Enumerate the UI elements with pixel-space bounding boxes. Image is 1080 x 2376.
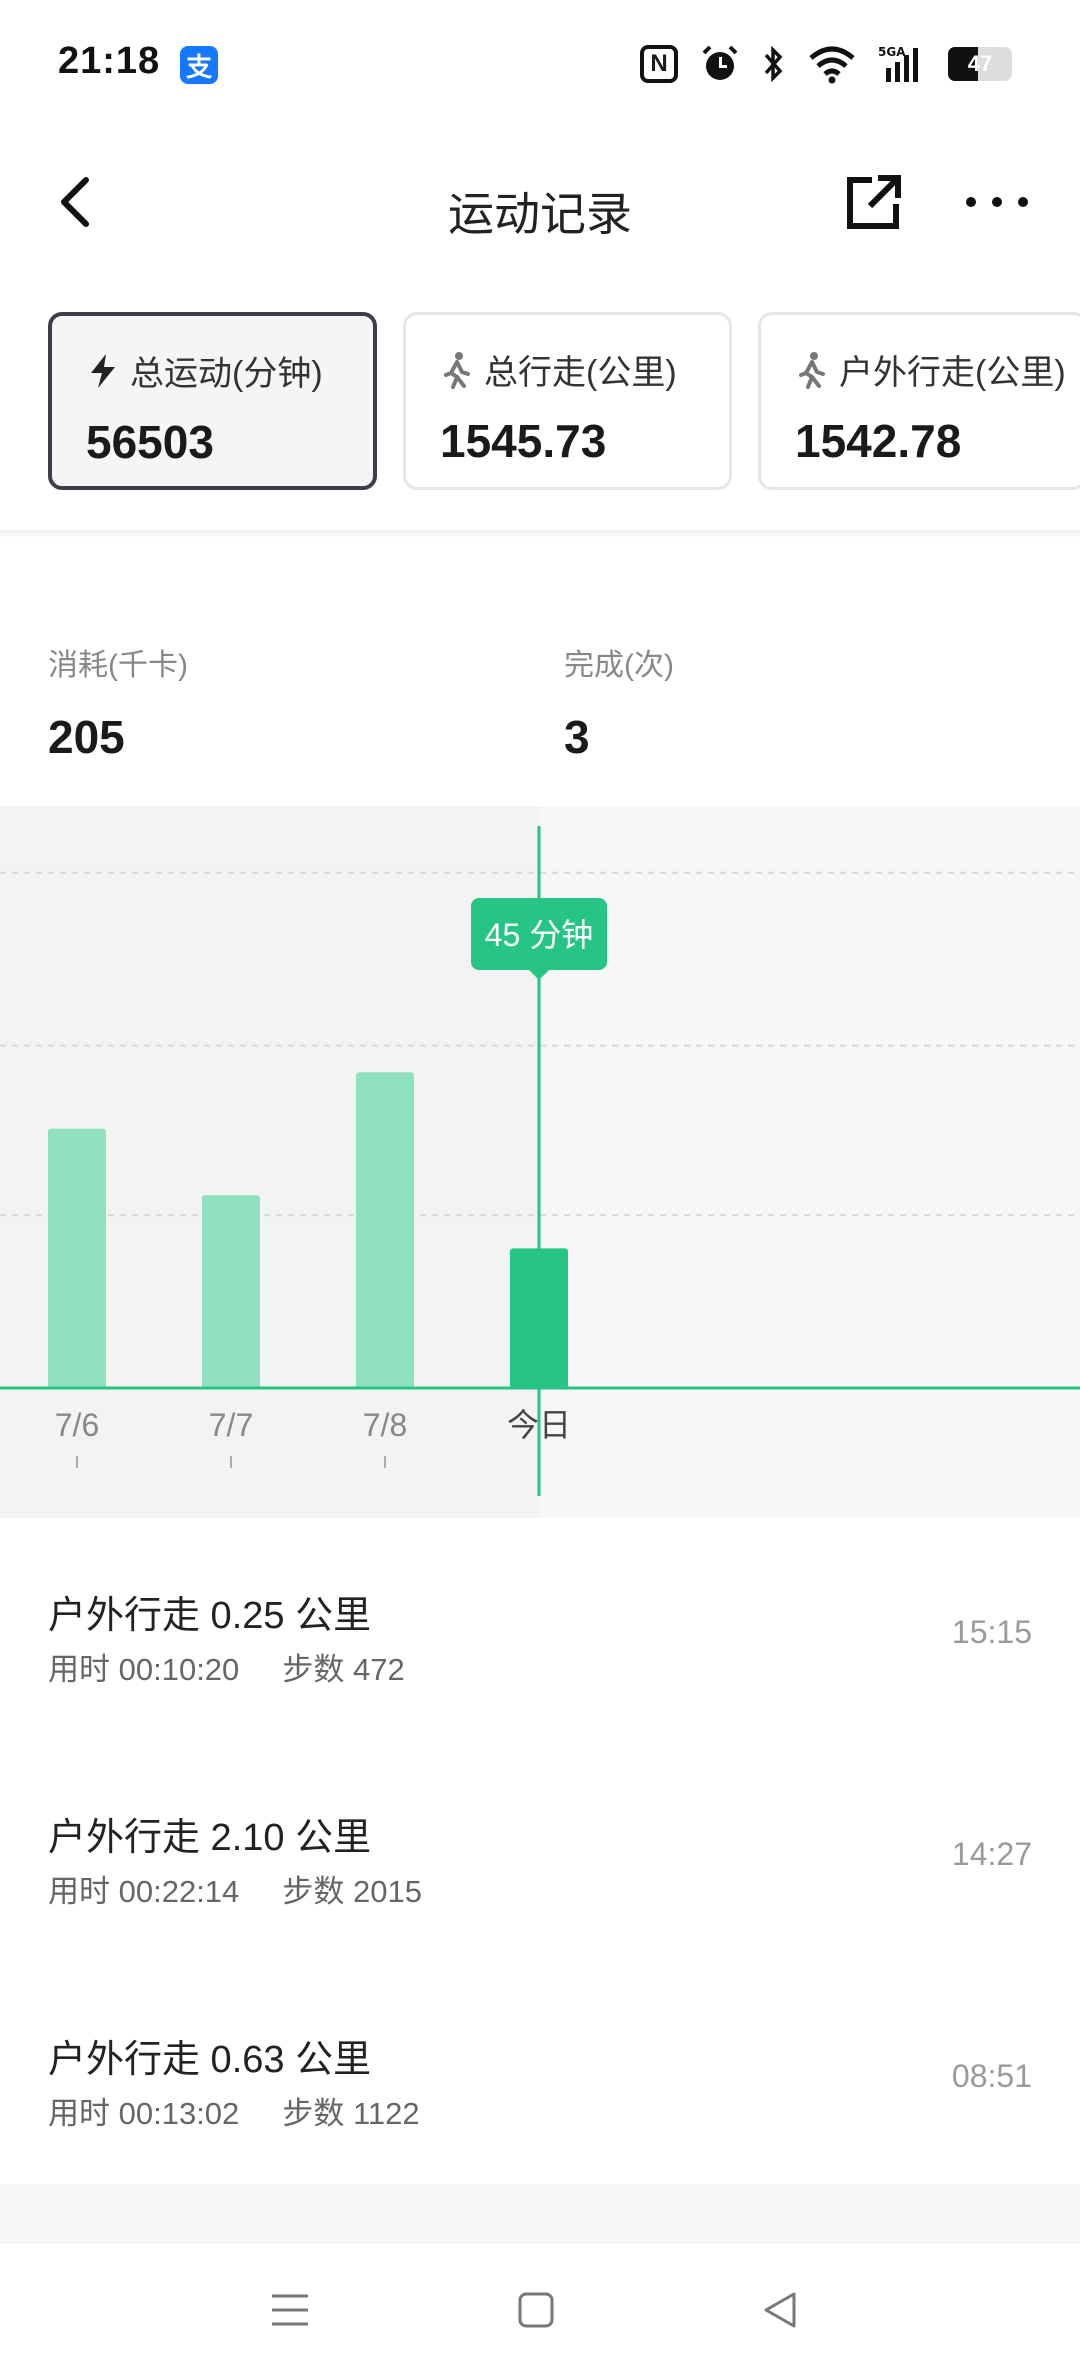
activity-duration: 用时 00:22:14 [48, 1874, 240, 1909]
activity-title: 户外行走 0.63 公里 [48, 2039, 372, 2081]
activity-time: 14:27 [951, 1836, 1032, 1872]
wifi-icon [808, 44, 856, 84]
chart-x-label: 7/8 [363, 1407, 407, 1443]
menu-icon [272, 2294, 308, 2326]
system-nav-bar [0, 2244, 1080, 2376]
walk-icon [799, 351, 825, 389]
exercise-chart[interactable]: 7/6 7/7 7/8 今日 45 分钟 [0, 806, 1080, 1518]
activity-duration: 用时 00:10:20 [48, 1652, 240, 1687]
activity-time: 15:15 [951, 1614, 1032, 1650]
activity-title: 户外行走 2.10 公里 [48, 1817, 372, 1859]
activity-item[interactable]: 户外行走 2.10 公里 用时 00:22:14 步数 2015 14:27 [0, 1740, 1080, 1962]
chart-tooltip-label: 45 分钟 [485, 917, 594, 953]
list-footer [0, 2184, 1080, 2244]
nav-back-button[interactable] [750, 2280, 810, 2340]
alarm-icon [700, 44, 740, 84]
metric-value: 3 [564, 711, 590, 763]
status-time: 21:18 [58, 40, 161, 82]
card-value: 56503 [86, 416, 214, 468]
card-outdoor-walk[interactable]: 户外行走(公里) 1542.78 [758, 312, 1080, 490]
card-label: 总行走(公里) [484, 354, 677, 392]
activity-steps: 步数 2015 [282, 1874, 422, 1909]
chart-x-label: 7/6 [55, 1407, 99, 1443]
screen: 21:18 支 N 5GA 47 运动记录 45 总运动(分钟) 56503 总… [0, 0, 1080, 2376]
more-button[interactable] [962, 170, 1032, 234]
activity-detail: 用时 00:22:14 步数 2015 [48, 1866, 422, 1911]
chart-x-label: 7/7 [209, 1407, 253, 1443]
chart-bar [356, 1072, 414, 1388]
share-icon [847, 175, 901, 229]
metric-completed: 完成(次) 3 [564, 640, 674, 764]
activity-title: 户外行走 0.25 公里 [48, 1595, 372, 1637]
activity-steps: 步数 472 [282, 1652, 405, 1687]
bluetooth-icon [762, 44, 786, 84]
walk-icon [444, 351, 470, 389]
activity-duration: 用时 00:13:02 [48, 2096, 240, 2131]
activity-detail: 用时 00:10:20 步数 472 [48, 1644, 405, 1689]
status-bar: 21:18 支 N 5GA 47 [0, 0, 1080, 120]
metric-calories: 消耗(千卡) 205 [48, 640, 188, 764]
status-icons: N 5GA 47 [640, 42, 1012, 86]
app-header: 运动记录 [0, 150, 1080, 260]
card-value: 1545.73 [440, 415, 607, 467]
card-total-walk[interactable]: 总行走(公里) 1545.73 [403, 312, 732, 490]
card-value: 1542.78 [795, 415, 962, 467]
alipay-icon: 支 [180, 46, 218, 84]
card-label: 户外行走(公里) [839, 354, 1066, 392]
more-icon-dot [992, 197, 1002, 207]
battery-icon: 47 [948, 47, 1012, 81]
metric-value: 205 [48, 711, 125, 763]
nav-menu-button[interactable] [260, 2280, 320, 2340]
activity-time: 08:51 [951, 2058, 1032, 2094]
signal-5g-icon: 5GA [878, 44, 926, 84]
chart-bar [202, 1195, 260, 1388]
activity-list: 户外行走 0.25 公里 用时 00:10:20 步数 472 15:15 户外… [0, 1518, 1080, 2184]
home-square-icon [518, 2292, 554, 2328]
svg-text:5GA: 5GA [878, 45, 906, 59]
more-icon-dot [1018, 197, 1028, 207]
chart-svg: 7/6 7/7 7/8 今日45 分钟 [0, 806, 1080, 1518]
battery-text: 47 [967, 51, 993, 76]
back-triangle-icon [764, 2292, 796, 2328]
metric-label: 完成(次) [564, 649, 674, 682]
more-icon-dot [966, 197, 976, 207]
activity-item[interactable]: 户外行走 0.25 公里 用时 00:10:20 步数 472 15:15 [0, 1518, 1080, 1740]
lightning-icon [91, 353, 115, 388]
cards-divider [0, 530, 1080, 538]
activity-item[interactable]: 户外行走 0.63 公里 用时 00:13:02 步数 1122 08:51 [0, 1962, 1080, 2184]
card-total-exercise[interactable]: 总运动(分钟) 56503 [48, 312, 377, 490]
nfc-icon: N [640, 45, 678, 83]
share-button[interactable] [842, 170, 906, 234]
chart-bg-right [539, 806, 1080, 1518]
metric-label: 消耗(千卡) [48, 649, 188, 682]
page-title: 运动记录 [448, 188, 632, 240]
activity-detail: 用时 00:13:02 步数 1122 [48, 2088, 420, 2133]
card-label: 总运动(分钟) [130, 355, 323, 393]
chart-bar [48, 1128, 106, 1388]
stat-cards-row: 总运动(分钟) 56503 总行走(公里) 1545.73 户外行走(公里) 1… [48, 312, 1080, 492]
activity-steps: 步数 1122 [282, 2096, 420, 2131]
nav-home-button[interactable] [506, 2280, 566, 2340]
